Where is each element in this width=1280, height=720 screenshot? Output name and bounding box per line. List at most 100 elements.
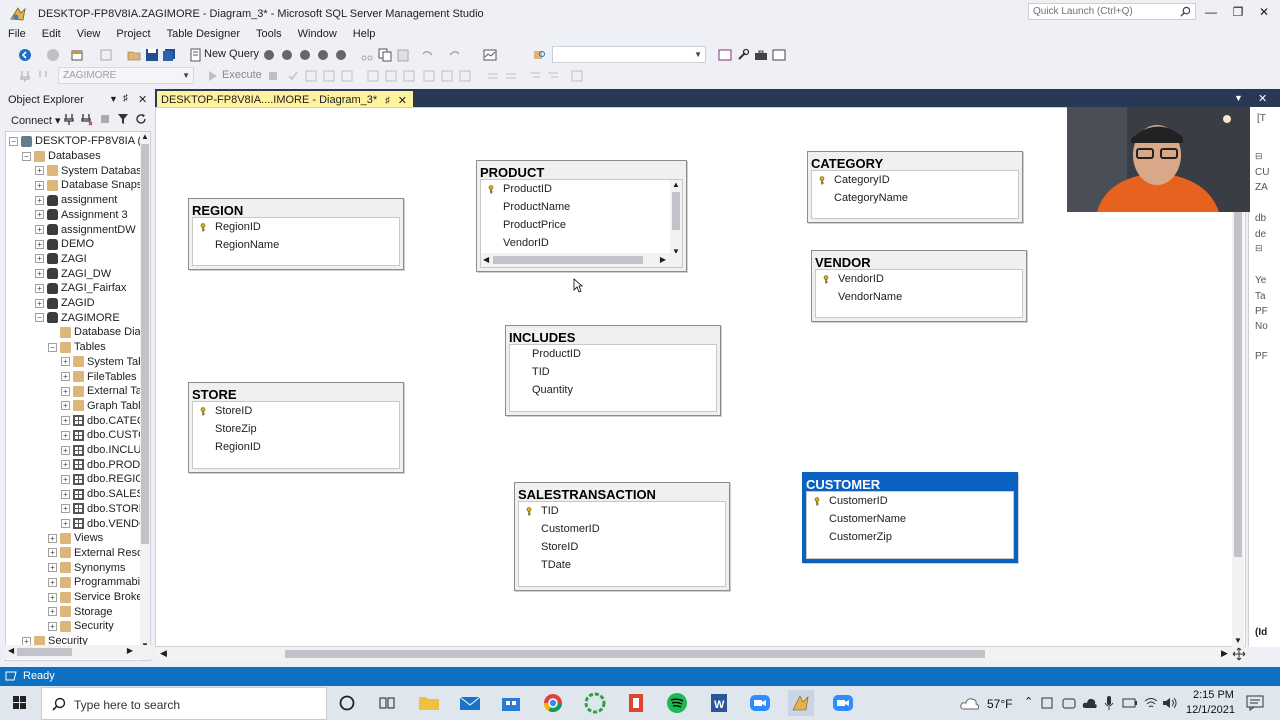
tree-item[interactable]: − Tables: [48, 340, 106, 355]
word-icon[interactable]: W: [706, 690, 732, 716]
object-explorer-scroll-thumb[interactable]: [141, 144, 149, 544]
ssms-taskbar-icon[interactable]: [788, 690, 814, 716]
close-icon[interactable]: ✕: [1256, 5, 1272, 21]
product-horizontal-scrollbar[interactable]: ◀ ▶: [481, 253, 682, 267]
scroll-down-icon[interactable]: ▼: [1234, 636, 1242, 645]
expand-icon[interactable]: +: [61, 460, 70, 470]
menu-table-designer[interactable]: Table Designer: [159, 27, 248, 43]
volume-icon[interactable]: [1162, 696, 1178, 710]
object-explorer-horizontal-scrollbar[interactable]: ◀ ▶: [5, 645, 151, 659]
minimize-icon[interactable]: —: [1203, 5, 1219, 21]
scroll-right-icon[interactable]: ▶: [127, 646, 133, 655]
column-row[interactable]: StoreID: [193, 402, 399, 420]
expand-icon[interactable]: +: [61, 401, 70, 411]
expand-icon[interactable]: +: [35, 269, 44, 279]
chevron-down-icon[interactable]: ▼: [1234, 93, 1243, 103]
properties-wrench-icon[interactable]: [736, 48, 750, 62]
menu-edit[interactable]: Edit: [34, 27, 69, 43]
tree-item[interactable]: +dbo.SALESTRAN: [61, 487, 150, 502]
cancel-query-icon[interactable]: [266, 69, 280, 83]
expand-icon[interactable]: +: [61, 489, 70, 499]
results-text-icon[interactable]: [422, 69, 436, 83]
client-stats-icon[interactable]: [402, 69, 416, 83]
menu-project[interactable]: Project: [108, 27, 158, 43]
pin-icon[interactable]: ♯: [123, 93, 128, 104]
menu-file[interactable]: File: [0, 27, 34, 43]
scroll-left-icon[interactable]: ◀: [160, 648, 167, 659]
tree-item[interactable]: + assignmentDW: [35, 222, 136, 237]
tree-item[interactable]: + ZAGID: [35, 296, 95, 311]
find-in-files-icon[interactable]: [532, 48, 546, 62]
connect-dropdown[interactable]: Connect ▾: [11, 114, 61, 127]
collapse-icon[interactable]: −: [35, 313, 44, 323]
mail-icon[interactable]: [457, 690, 483, 716]
column-row[interactable]: VendorName: [816, 288, 1022, 306]
tree-item[interactable]: + Database Snapshots: [35, 178, 150, 193]
chrome-icon[interactable]: [540, 690, 566, 716]
add-item-icon[interactable]: [99, 48, 113, 62]
collapse-icon[interactable]: −: [22, 151, 31, 161]
column-row[interactable]: CategoryID: [812, 171, 1018, 189]
undo-icon[interactable]: [420, 48, 434, 62]
tree-item[interactable]: + dbo.VENDOR: [61, 516, 150, 531]
expand-icon[interactable]: +: [35, 298, 44, 308]
expand-icon[interactable]: +: [35, 210, 44, 220]
tree-item[interactable]: + Storage: [48, 604, 113, 619]
menu-view[interactable]: View: [69, 27, 109, 43]
column-row[interactable]: CustomerZip: [807, 528, 1013, 546]
decrease-indent-icon[interactable]: [528, 69, 542, 83]
new-query-button[interactable]: New Query: [204, 48, 259, 60]
pan-navigator-icon[interactable]: [1232, 647, 1246, 661]
column-row[interactable]: VendorID: [481, 234, 682, 252]
tree-item[interactable]: + System Databases: [35, 163, 150, 178]
copy-icon[interactable]: [378, 48, 392, 62]
scroll-up-icon[interactable]: ▲: [141, 132, 149, 141]
new-query-icon[interactable]: [189, 48, 203, 62]
zoom-icon[interactable]: [747, 690, 773, 716]
change-connection-icon[interactable]: [36, 69, 50, 83]
results-grid-icon[interactable]: [440, 69, 454, 83]
execute-button[interactable]: Execute: [222, 69, 262, 81]
expand-icon[interactable]: +: [48, 621, 57, 631]
results-file-icon[interactable]: [458, 69, 472, 83]
tree-item[interactable]: Database Diagram: [48, 325, 150, 340]
table-includes[interactable]: INCLUDES Quantity TID ProductID: [505, 325, 721, 416]
back-icon[interactable]: [18, 48, 32, 62]
dax-query-icon[interactable]: [334, 48, 348, 62]
column-row[interactable]: StoreZip: [193, 420, 399, 438]
new-project-icon[interactable]: [70, 48, 84, 62]
scroll-left-icon[interactable]: ◀: [8, 646, 14, 655]
tree-item[interactable]: + assignment: [35, 193, 117, 208]
connect-plug-icon[interactable]: [63, 113, 75, 126]
column-row[interactable]: ProductName: [481, 198, 682, 216]
column-row[interactable]: ProductID: [481, 180, 682, 198]
scroll-right-icon[interactable]: ▶: [1221, 648, 1228, 659]
expand-icon[interactable]: +: [48, 548, 57, 558]
weather-temperature[interactable]: 57°F: [987, 697, 1012, 711]
expand-icon[interactable]: +: [48, 607, 57, 617]
close-icon[interactable]: ✕: [1258, 92, 1267, 105]
expand-icon[interactable]: +: [61, 474, 70, 484]
green-app-icon[interactable]: [582, 690, 608, 716]
spotify-icon[interactable]: [664, 690, 690, 716]
filter-icon[interactable]: [117, 113, 129, 125]
column-row[interactable]: ProductID: [510, 345, 716, 363]
expand-icon[interactable]: +: [35, 239, 44, 249]
weather-cloud-icon[interactable]: [960, 696, 980, 710]
column-row[interactable]: CustomerID: [807, 492, 1013, 510]
product-hscroll-thumb[interactable]: [493, 256, 643, 264]
tree-item[interactable]: + Views: [48, 531, 103, 546]
toolbox-icon[interactable]: [754, 48, 768, 62]
expand-icon[interactable]: ⊟: [1255, 243, 1263, 254]
tree-item[interactable]: + ZAGI: [35, 252, 87, 267]
refresh-icon[interactable]: [135, 113, 147, 125]
product-scroll-thumb[interactable]: [672, 192, 680, 230]
expand-icon[interactable]: +: [35, 283, 44, 293]
tree-item[interactable]: + Synonyms: [48, 560, 125, 575]
table-salestransaction[interactable]: SALESTRANSACTION TDate StoreID CustomerID T…: [514, 482, 730, 591]
db-engine-query-icon[interactable]: [262, 48, 276, 62]
chevron-up-icon[interactable]: ⌃: [1024, 695, 1033, 708]
object-explorer-vertical-scrollbar[interactable]: ▲ ▼: [140, 132, 150, 660]
column-row[interactable]: TDate: [519, 556, 725, 574]
connect-icon[interactable]: [18, 69, 32, 83]
